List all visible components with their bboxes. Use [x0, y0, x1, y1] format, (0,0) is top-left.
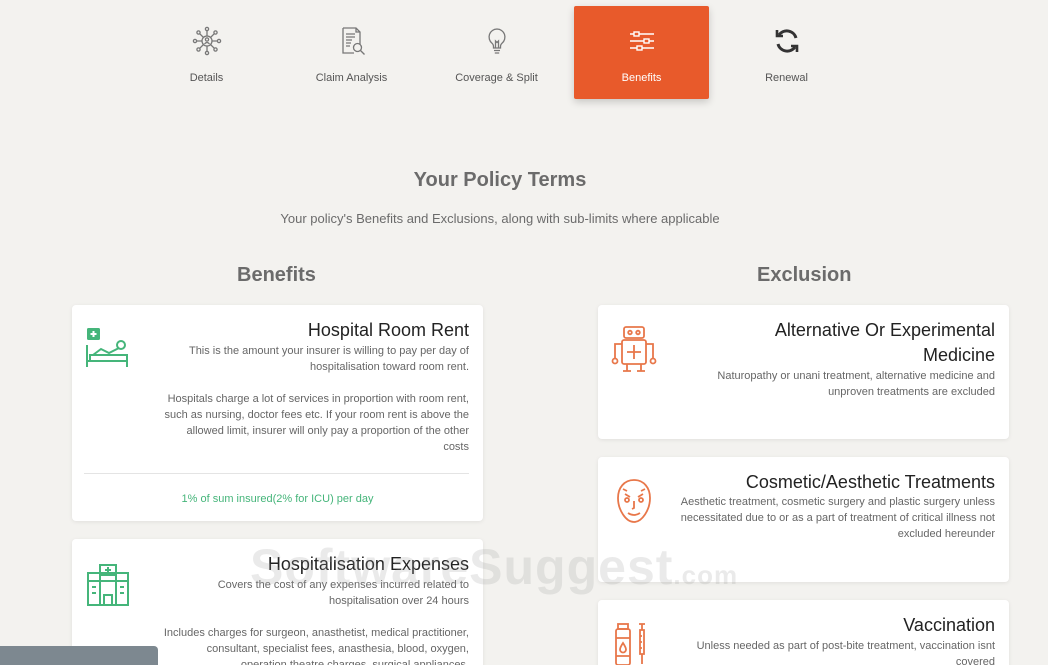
page-subtitle: Your policy's Benefits and Exclusions, a… [280, 211, 720, 226]
watermark-text: SoftwareSuggest [250, 539, 674, 595]
page-title: Your Policy Terms [413, 169, 587, 191]
card-divider [84, 473, 469, 474]
tab-coverage-split[interactable]: Coverage & Split [429, 6, 564, 99]
card-description: This is the amount your insurer is willi… [188, 345, 469, 373]
tab-label: Coverage & Split [455, 72, 538, 84]
card-description: Unless needed as part of post-bite treat… [696, 640, 995, 665]
card-description-extra: Hospitals charge a lot of services in pr… [164, 393, 470, 453]
watermark-suffix: .com [673, 560, 739, 590]
benefits-heading: Benefits [237, 264, 316, 286]
sliders-icon [627, 26, 657, 56]
sub-limit-value: 1% of sum insured(2% for ICU) per day [181, 493, 374, 505]
benefit-card-hospital-room-rent: Hospital Room Rent This is the amount yo… [72, 305, 483, 521]
watermark: SoftwareSuggest.com [250, 538, 738, 596]
tab-label: Renewal [765, 72, 808, 84]
hospital-bed-icon [84, 325, 132, 373]
lightbulb-icon [482, 26, 512, 56]
face-icon [610, 477, 658, 525]
tab-benefits[interactable]: Benefits [574, 6, 709, 99]
card-title: Alternative Or Experimental Medicine [774, 320, 995, 365]
card-title: Vaccination [903, 615, 995, 635]
vaccine-icon [610, 620, 658, 665]
exclusion-card-vaccination: Vaccination Unless needed as part of pos… [598, 600, 1009, 665]
card-description: Naturopathy or unani treatment, alternat… [717, 370, 995, 398]
exclusion-heading: Exclusion [757, 264, 852, 286]
tab-details[interactable]: Details [139, 6, 274, 99]
card-title: Hospital Room Rent [307, 320, 469, 340]
hospital-building-icon [84, 561, 132, 609]
tab-label: Benefits [621, 72, 662, 84]
document-search-icon [337, 26, 367, 56]
card-description: Aesthetic treatment, cosmetic surgery an… [680, 496, 995, 540]
tab-label: Details [189, 72, 224, 84]
bottom-panel[interactable] [0, 646, 158, 665]
tab-bar: Details Claim Analysis Coverage & Split [0, 6, 1048, 99]
card-title: Cosmetic/Aesthetic Treatments [745, 472, 995, 492]
exclusion-card-alternative-medicine: Alternative Or Experimental Medicine Nat… [598, 305, 1009, 439]
robot-medicine-icon [610, 325, 658, 373]
card-description-extra: Includes charges for surgeon, anasthetis… [163, 627, 469, 665]
tab-renewal[interactable]: Renewal [719, 6, 854, 99]
network-user-icon [192, 26, 222, 56]
tab-claim-analysis[interactable]: Claim Analysis [284, 6, 419, 99]
tab-label: Claim Analysis [315, 72, 388, 84]
refresh-icon [772, 26, 802, 56]
